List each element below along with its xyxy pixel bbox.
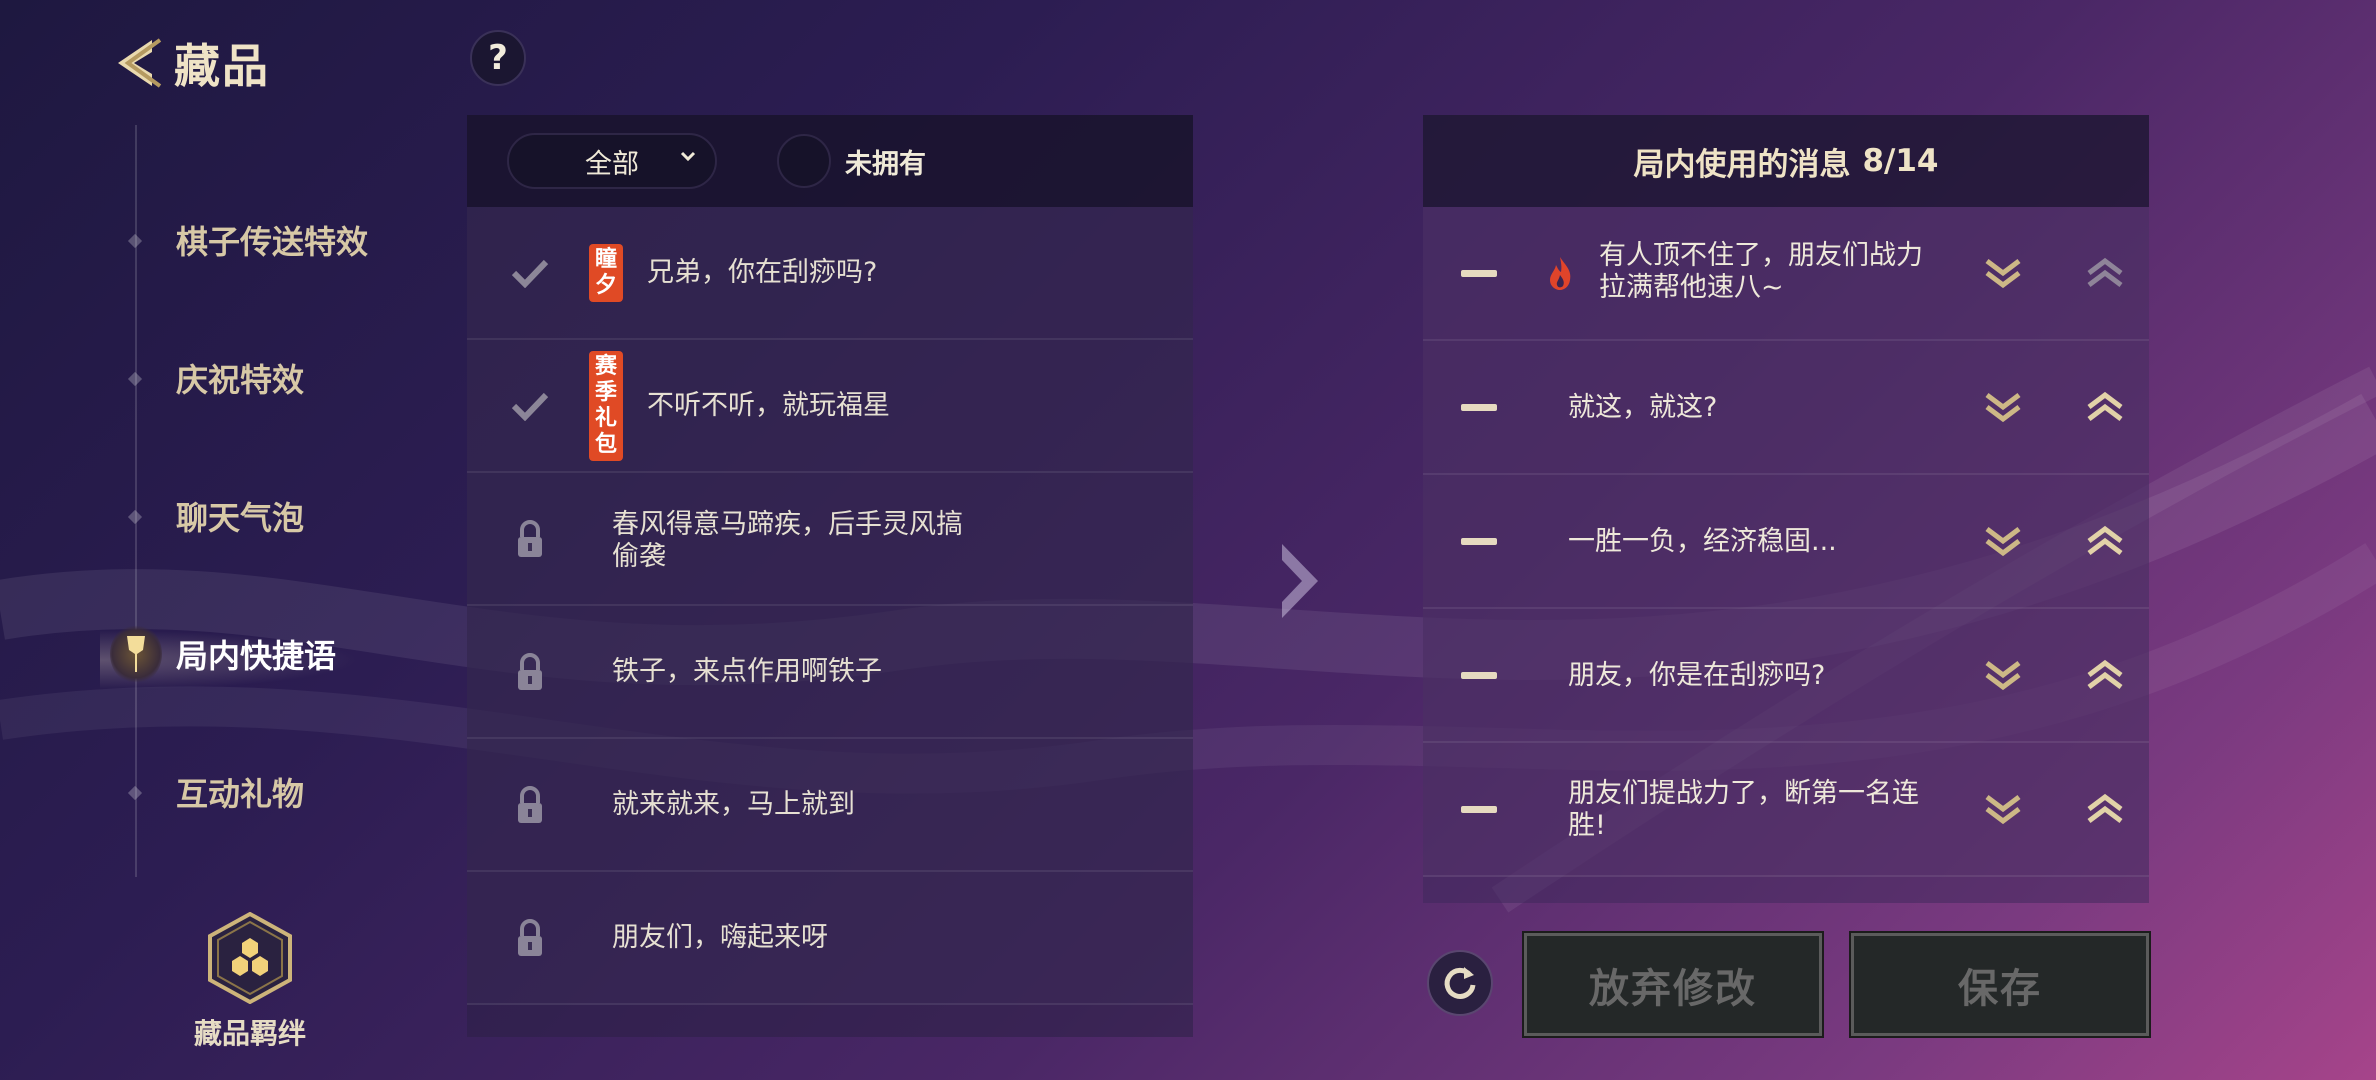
lock-icon — [509, 518, 551, 560]
phrase-row[interactable]: 朋友们，嗨起来呀 — [467, 872, 1193, 1005]
check-icon — [509, 252, 551, 294]
message-row: 朋友们提战力了，断第一名连 胜! — [1423, 743, 2149, 877]
sidebar-dot — [127, 509, 143, 525]
sidebar-item-label: 聊天气泡 — [176, 499, 305, 537]
source-tag: 瞳夕 — [589, 243, 623, 302]
message-text-line2: 胜! — [1568, 810, 1606, 841]
unowned-toggle[interactable]: 未拥有 — [777, 134, 926, 188]
discard-changes-button[interactable]: 放弃修改 — [1522, 931, 1824, 1038]
reset-button[interactable] — [1427, 950, 1493, 1016]
sidebar-dot — [127, 233, 143, 249]
sidebar-dot — [127, 371, 143, 387]
toggle-circle — [777, 134, 831, 188]
sidebar-item-chat-bubble[interactable]: 聊天气泡 — [110, 486, 304, 546]
remove-button[interactable] — [1461, 270, 1497, 277]
panel-title: 局内使用的消息 — [1633, 146, 1851, 183]
remove-button[interactable] — [1461, 538, 1497, 545]
move-down-icon[interactable] — [1983, 657, 2023, 693]
toggle-label: 未拥有 — [845, 148, 926, 180]
message-text: 有人顶不住了，朋友们战力 — [1599, 240, 1923, 271]
category-dropdown[interactable]: 全部 — [507, 133, 717, 189]
panel-header: 局内使用的消息 8/14 — [1423, 115, 2149, 207]
honeycomb-icon — [208, 911, 292, 1005]
sidebar-dot — [127, 785, 143, 801]
check-icon — [509, 385, 551, 427]
dropdown-value: 全部 — [585, 148, 639, 180]
source-tag: 赛季礼包 — [589, 350, 623, 461]
help-icon: ? — [488, 38, 508, 78]
move-up-icon[interactable] — [2085, 255, 2125, 291]
phrase-text: 兄弟，你在刮痧吗? — [647, 256, 878, 288]
chevron-right-icon — [1282, 544, 1318, 618]
save-button[interactable]: 保存 — [1849, 931, 2151, 1038]
sidebar-item-celebration[interactable]: 庆祝特效 — [110, 348, 304, 408]
phrase-text: 就来就来，马上就到 — [612, 788, 855, 820]
back-arrow-icon — [118, 38, 162, 88]
phrase-text-line2: 偷袭 — [612, 541, 666, 572]
message-row: 有人顶不住了，朋友们战力 拉满帮他速八~ — [1423, 207, 2149, 341]
sidebar-item-piece-teleport[interactable]: 棋子传送特效 — [110, 210, 368, 270]
message-text: 一胜一负，经济稳固... — [1568, 526, 1837, 557]
page-title: 藏品 — [174, 39, 270, 93]
collection-bond-button[interactable]: 藏品羁绊 — [190, 911, 310, 1052]
move-down-icon[interactable] — [1983, 791, 2023, 827]
lock-icon — [509, 784, 551, 826]
back-button[interactable]: 藏品 — [108, 30, 270, 96]
in-game-messages-panel: 局内使用的消息 8/14 有人顶不住了，朋友们战力 拉满帮他速八~ 就这，就这?… — [1423, 115, 2149, 903]
sidebar-item-label: 庆祝特效 — [176, 361, 305, 399]
sidebar-item-label: 互动礼物 — [176, 775, 305, 813]
lock-icon — [509, 917, 551, 959]
move-down-icon[interactable] — [1983, 389, 2023, 425]
phrase-row[interactable]: 就来就来，马上就到 — [467, 739, 1193, 872]
move-up-icon[interactable] — [2085, 791, 2125, 827]
bond-label: 藏品羁绊 — [193, 1017, 306, 1050]
phrase-text: 铁子，来点作用啊铁子 — [612, 655, 882, 687]
message-text-line2: 拉满帮他速八~ — [1599, 272, 1784, 303]
remove-button[interactable] — [1461, 806, 1497, 813]
sidebar-item-label: 棋子传送特效 — [176, 223, 369, 261]
message-count: 8/14 — [1862, 143, 1939, 179]
refresh-icon — [1444, 967, 1476, 999]
sidebar-item-quick-chat[interactable]: 局内快捷语 — [110, 624, 336, 684]
chevron-down-icon — [680, 151, 696, 162]
fire-icon — [1550, 257, 1571, 290]
move-up-icon[interactable] — [2085, 523, 2125, 559]
move-up-icon[interactable] — [2085, 657, 2125, 693]
move-down-icon[interactable] — [1983, 523, 2023, 559]
filter-bar: 全部 未拥有 — [467, 115, 1193, 207]
phrase-row[interactable]: 铁子，来点作用啊铁子 — [467, 606, 1193, 739]
phrase-text: 不听不听，就玩福星 — [647, 389, 890, 421]
message-text: 就这，就这? — [1568, 392, 1718, 423]
move-down-icon[interactable] — [1983, 255, 2023, 291]
sidebar-item-label: 局内快捷语 — [176, 637, 337, 675]
phrase-row[interactable]: 春风得意马蹄疾，后手灵风搞 偷袭 — [467, 473, 1193, 606]
message-text: 朋友，你是在刮痧吗? — [1568, 660, 1826, 691]
message-row: 就这，就这? — [1423, 341, 2149, 475]
remove-button[interactable] — [1461, 672, 1497, 679]
message-text: 朋友们提战力了，断第一名连 — [1568, 778, 1919, 809]
move-up-icon[interactable] — [2085, 389, 2125, 425]
phrase-text: 朋友们，嗨起来呀 — [612, 921, 828, 953]
remove-button[interactable] — [1461, 404, 1497, 411]
phrase-list-panel: 全部 未拥有 瞳夕 兄弟，你在刮痧吗? 赛季礼包 不听不听，就玩福星 春风得意马… — [467, 115, 1193, 1037]
phrase-row[interactable]: 瞳夕 兄弟，你在刮痧吗? — [467, 207, 1193, 340]
message-row: 一胜一负，经济稳固... — [1423, 475, 2149, 609]
phrase-row[interactable]: 赛季礼包 不听不听，就玩福星 — [467, 340, 1193, 473]
sidebar-item-interactive-gift[interactable]: 互动礼物 — [110, 762, 304, 822]
phrase-text: 春风得意马蹄疾，后手灵风搞 — [612, 509, 963, 540]
pin-icon — [110, 624, 162, 684]
help-button[interactable]: ? — [470, 30, 526, 86]
message-row: 朋友，你是在刮痧吗? — [1423, 609, 2149, 743]
lock-icon — [509, 651, 551, 693]
